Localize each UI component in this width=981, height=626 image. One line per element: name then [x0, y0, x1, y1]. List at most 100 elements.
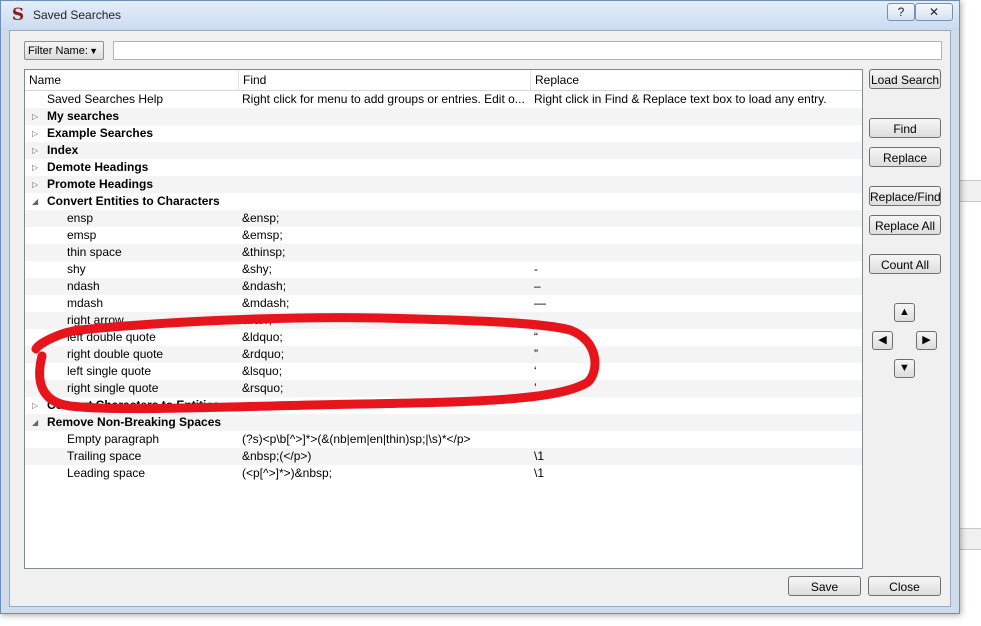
row-name: right single quote — [67, 381, 159, 395]
tree-entry-row[interactable]: shy &shy; - — [25, 261, 862, 278]
row-name: left single quote — [67, 364, 152, 378]
find-button[interactable]: Find — [869, 118, 941, 138]
row-find — [242, 414, 528, 431]
row-replace — [534, 414, 860, 431]
row-find: &rdquo; — [242, 347, 285, 361]
row-name: thin space — [67, 245, 122, 259]
row-replace — [534, 210, 860, 227]
row-replace: ’ — [534, 381, 537, 395]
move-down-button[interactable]: ▼ — [894, 359, 915, 378]
filter-input[interactable] — [113, 41, 942, 60]
window-title: Saved Searches — [33, 8, 122, 22]
tree-entry-row[interactable]: right single quote &rsquo; ’ — [25, 380, 862, 397]
move-up-button[interactable]: ▲ — [894, 303, 915, 322]
row-replace: – — [534, 279, 541, 293]
tree-entry-row[interactable]: right double quote &rdquo; ” — [25, 346, 862, 363]
row-name: ensp — [67, 211, 94, 225]
tree-entry-row[interactable]: Trailing space &nbsp;(</p>) \1 — [25, 448, 862, 465]
row-name: Saved Searches Help — [47, 92, 164, 106]
tree-group-row[interactable]: ▷ Promote Headings — [25, 176, 862, 193]
collapsed-arrow-icon[interactable]: ▷ — [32, 159, 42, 176]
row-find: &emsp; — [242, 228, 283, 242]
tree-entry-row[interactable]: thin space &thinsp; — [25, 244, 862, 261]
tree-group-row[interactable]: ▷ Example Searches — [25, 125, 862, 142]
row-name: ndash — [67, 279, 100, 293]
expanded-arrow-icon[interactable]: ◢ — [32, 193, 42, 210]
filter-name-dropdown[interactable]: Filter Name: ▼ — [24, 41, 104, 60]
tree-entry-row[interactable]: emsp &emsp; — [25, 227, 862, 244]
row-find — [242, 176, 528, 193]
row-replace: Right click in Find & Replace text box t… — [534, 92, 827, 106]
row-name: shy — [67, 262, 86, 276]
row-name: Remove Non-Breaking Spaces — [47, 415, 222, 429]
tree-entry-row[interactable]: ensp &ensp; — [25, 210, 862, 227]
column-header-replace[interactable]: Replace — [531, 70, 862, 90]
move-right-button[interactable]: ▶ — [916, 331, 937, 350]
background-window-edge — [958, 528, 981, 550]
row-replace: → — [534, 313, 546, 327]
expanded-arrow-icon[interactable]: ◢ — [32, 414, 42, 431]
row-name: Demote Headings — [47, 160, 149, 174]
tree-entry-row[interactable]: left double quote &ldquo; “ — [25, 329, 862, 346]
collapsed-arrow-icon[interactable]: ▷ — [32, 397, 42, 414]
row-replace: — — [534, 296, 546, 310]
save-button[interactable]: Save — [788, 576, 861, 596]
tree-group-row[interactable]: ◢ Convert Entities to Characters — [25, 193, 862, 210]
tree-group-row[interactable]: ▷ Index — [25, 142, 862, 159]
replace-button[interactable]: Replace — [869, 147, 941, 167]
close-button[interactable]: Close — [868, 576, 941, 596]
tree-entry-row[interactable]: Leading space (<p[^>]*>)&nbsp; \1 — [25, 465, 862, 482]
move-left-button[interactable]: ◀ — [872, 331, 893, 350]
tree-entry-row[interactable]: mdash &mdash; — — [25, 295, 862, 312]
row-find: &rsquo; — [242, 381, 284, 395]
column-header-find[interactable]: Find — [239, 70, 531, 90]
row-name: Convert Entities to Characters — [47, 194, 220, 208]
row-name: right double quote — [67, 347, 164, 361]
arrow-up-icon: ▲ — [899, 306, 910, 318]
column-header-name[interactable]: Name — [25, 70, 239, 90]
row-replace — [534, 159, 860, 176]
row-find: &thinsp; — [242, 245, 286, 259]
row-replace: ‘ — [534, 364, 537, 378]
tree-group-row[interactable]: ▷ My searches — [25, 108, 862, 125]
tree-entry-row[interactable]: Saved Searches Help Right click for menu … — [25, 91, 862, 108]
row-find — [242, 125, 528, 142]
tree-group-row[interactable]: ▷ Convert Characters to Entities — [25, 397, 862, 414]
searches-tree[interactable]: Name Find Replace Saved Searches Help Rig… — [24, 69, 863, 569]
row-find: &nbsp;(</p>) — [242, 449, 312, 463]
row-replace: ” — [534, 347, 538, 361]
row-find: (?s)<p\b[^>]*>(&(nb|em|en|thin)sp;|\s)*<… — [242, 432, 471, 446]
collapsed-arrow-icon[interactable]: ▷ — [32, 176, 42, 193]
replace-find-button[interactable]: Replace/Find — [869, 186, 941, 206]
collapsed-arrow-icon[interactable]: ▷ — [32, 108, 42, 125]
row-replace: \1 — [534, 466, 545, 480]
collapsed-arrow-icon[interactable]: ▷ — [32, 125, 42, 142]
row-replace — [534, 397, 860, 414]
row-find: &rarr; — [242, 313, 272, 327]
tree-entry-row[interactable]: left single quote &lsquo; ‘ — [25, 363, 862, 380]
help-button[interactable]: ? — [887, 3, 915, 21]
row-find: &ldquo; — [242, 330, 283, 344]
tree-group-row[interactable]: ◢ Remove Non-Breaking Spaces — [25, 414, 862, 431]
background-window-edge — [958, 180, 981, 202]
collapsed-arrow-icon[interactable]: ▷ — [32, 142, 42, 159]
load-search-button[interactable]: Load Search — [869, 69, 941, 89]
replace-all-button[interactable]: Replace All — [869, 215, 941, 235]
tree-entry-row[interactable]: Empty paragraph (?s)<p\b[^>]*>(&(nb|em|en… — [25, 431, 862, 448]
arrow-down-icon: ▼ — [899, 362, 910, 374]
row-find — [242, 397, 528, 414]
tree-entry-row[interactable]: ndash &ndash; – — [25, 278, 862, 295]
row-replace — [534, 244, 860, 261]
count-all-button[interactable]: Count All — [869, 254, 941, 274]
close-window-button[interactable]: ✕ — [915, 3, 953, 21]
row-name: mdash — [67, 296, 104, 310]
tree-entry-row[interactable]: right arrow &rarr; → — [25, 312, 862, 329]
row-replace — [534, 142, 860, 159]
row-replace: \1 — [534, 449, 545, 463]
row-find: (<p[^>]*>)&nbsp; — [242, 466, 333, 480]
tree-group-row[interactable]: ▷ Demote Headings — [25, 159, 862, 176]
arrow-left-icon: ◀ — [878, 334, 887, 346]
row-name: right arrow — [67, 313, 124, 327]
row-name: Trailing space — [67, 449, 142, 463]
row-find — [242, 142, 528, 159]
